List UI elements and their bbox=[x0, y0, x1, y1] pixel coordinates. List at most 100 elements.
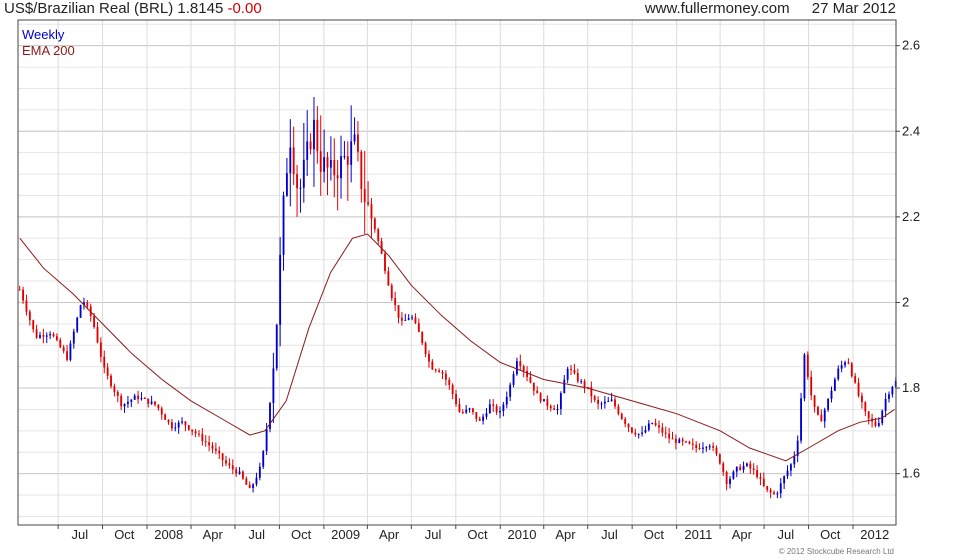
candle-body bbox=[174, 427, 177, 429]
y-tick-label: 2.6 bbox=[902, 38, 920, 53]
candle-body bbox=[742, 465, 745, 470]
candle-body bbox=[130, 399, 133, 402]
candle-body bbox=[806, 354, 809, 377]
candle-body bbox=[691, 443, 694, 445]
candle-body bbox=[803, 354, 806, 399]
candle-body bbox=[745, 463, 748, 466]
candle-body bbox=[414, 317, 417, 324]
candle-body bbox=[55, 336, 58, 340]
candle-body bbox=[722, 463, 725, 473]
candle-body bbox=[820, 414, 823, 422]
candle-body bbox=[854, 376, 857, 383]
candle-body bbox=[867, 411, 870, 419]
candle-body bbox=[326, 157, 329, 168]
candle-body bbox=[275, 324, 278, 369]
candle-body bbox=[228, 463, 231, 466]
candle-body bbox=[705, 447, 708, 449]
x-tick-label: Jul bbox=[778, 527, 795, 542]
candle-body bbox=[536, 390, 539, 394]
candle-body bbox=[72, 331, 75, 344]
candle-body bbox=[431, 361, 434, 370]
x-tick-label: Apr bbox=[732, 527, 753, 542]
candle-body bbox=[407, 318, 410, 320]
candle-body bbox=[25, 300, 28, 312]
candle-body bbox=[874, 421, 877, 426]
candle-body bbox=[59, 339, 62, 348]
candle-body bbox=[600, 403, 603, 405]
candle-body bbox=[823, 409, 826, 422]
candle-body bbox=[603, 401, 606, 404]
candle-body bbox=[211, 445, 214, 449]
candle-body bbox=[45, 335, 48, 337]
candle-body bbox=[800, 398, 802, 441]
candle-body bbox=[593, 396, 596, 400]
candle-body bbox=[455, 394, 457, 405]
candle-body bbox=[191, 429, 194, 432]
candle-body bbox=[218, 450, 221, 454]
candle-body bbox=[404, 319, 407, 321]
candle-body bbox=[465, 409, 468, 413]
candle-body bbox=[123, 403, 126, 407]
candle-body bbox=[116, 391, 119, 396]
legend-weekly: Weekly bbox=[22, 27, 65, 42]
candle-body bbox=[708, 446, 711, 448]
candle-body bbox=[624, 418, 627, 424]
candle-body bbox=[759, 476, 762, 479]
x-tick-label: Jul bbox=[425, 527, 442, 542]
candle-body bbox=[573, 369, 576, 374]
candle-body bbox=[133, 395, 136, 400]
candle-body bbox=[329, 159, 332, 168]
candle-body bbox=[752, 468, 755, 471]
candle-body bbox=[627, 423, 630, 428]
candle-body bbox=[576, 373, 579, 382]
candle-body bbox=[296, 174, 298, 189]
candle-body bbox=[837, 368, 840, 380]
candle-body bbox=[732, 471, 735, 479]
candle-body bbox=[35, 329, 38, 338]
candle-body bbox=[664, 432, 667, 434]
candle-body bbox=[840, 365, 843, 369]
candle-body bbox=[204, 441, 207, 443]
candle-body bbox=[475, 412, 478, 419]
candle-body bbox=[313, 119, 315, 150]
candle-body bbox=[417, 323, 420, 333]
x-tick-label: Oct bbox=[820, 527, 841, 542]
candle-body bbox=[214, 448, 217, 451]
candle-body bbox=[99, 342, 102, 357]
candle-body bbox=[526, 370, 528, 378]
candle-body bbox=[194, 431, 197, 434]
candle-body bbox=[658, 425, 660, 428]
x-tick-label: Apr bbox=[555, 527, 576, 542]
candle-body bbox=[69, 343, 72, 360]
candle-body bbox=[424, 342, 427, 354]
x-tick-label: Jul bbox=[248, 527, 265, 542]
candle-body bbox=[411, 317, 413, 319]
candle-body bbox=[485, 413, 488, 417]
candle-body bbox=[93, 316, 96, 328]
copyright-credit: © 2012 Stockcube Research Ltd bbox=[779, 547, 894, 556]
candle-body bbox=[187, 425, 190, 430]
candle-body bbox=[789, 464, 792, 471]
x-tick-label: 2010 bbox=[508, 527, 537, 542]
candle-body bbox=[532, 382, 535, 391]
candle-body bbox=[580, 381, 583, 383]
candle-body bbox=[76, 317, 79, 332]
candle-body bbox=[877, 423, 880, 426]
candle-body bbox=[482, 416, 485, 421]
candle-body bbox=[793, 456, 796, 465]
candle-body bbox=[597, 399, 600, 404]
candle-body bbox=[630, 427, 633, 433]
candle-body bbox=[661, 427, 664, 433]
candle-body bbox=[786, 470, 789, 477]
candle-body bbox=[39, 335, 41, 338]
y-tick-label: 2.2 bbox=[902, 209, 920, 224]
candle-body bbox=[634, 432, 637, 435]
candle-body bbox=[617, 406, 620, 414]
candle-body bbox=[167, 419, 170, 423]
candle-body bbox=[864, 402, 867, 412]
candle-body bbox=[712, 446, 715, 448]
candle-body bbox=[512, 374, 515, 385]
candle-body bbox=[833, 379, 836, 391]
chart-grid bbox=[18, 20, 896, 525]
candle-body bbox=[478, 418, 481, 421]
